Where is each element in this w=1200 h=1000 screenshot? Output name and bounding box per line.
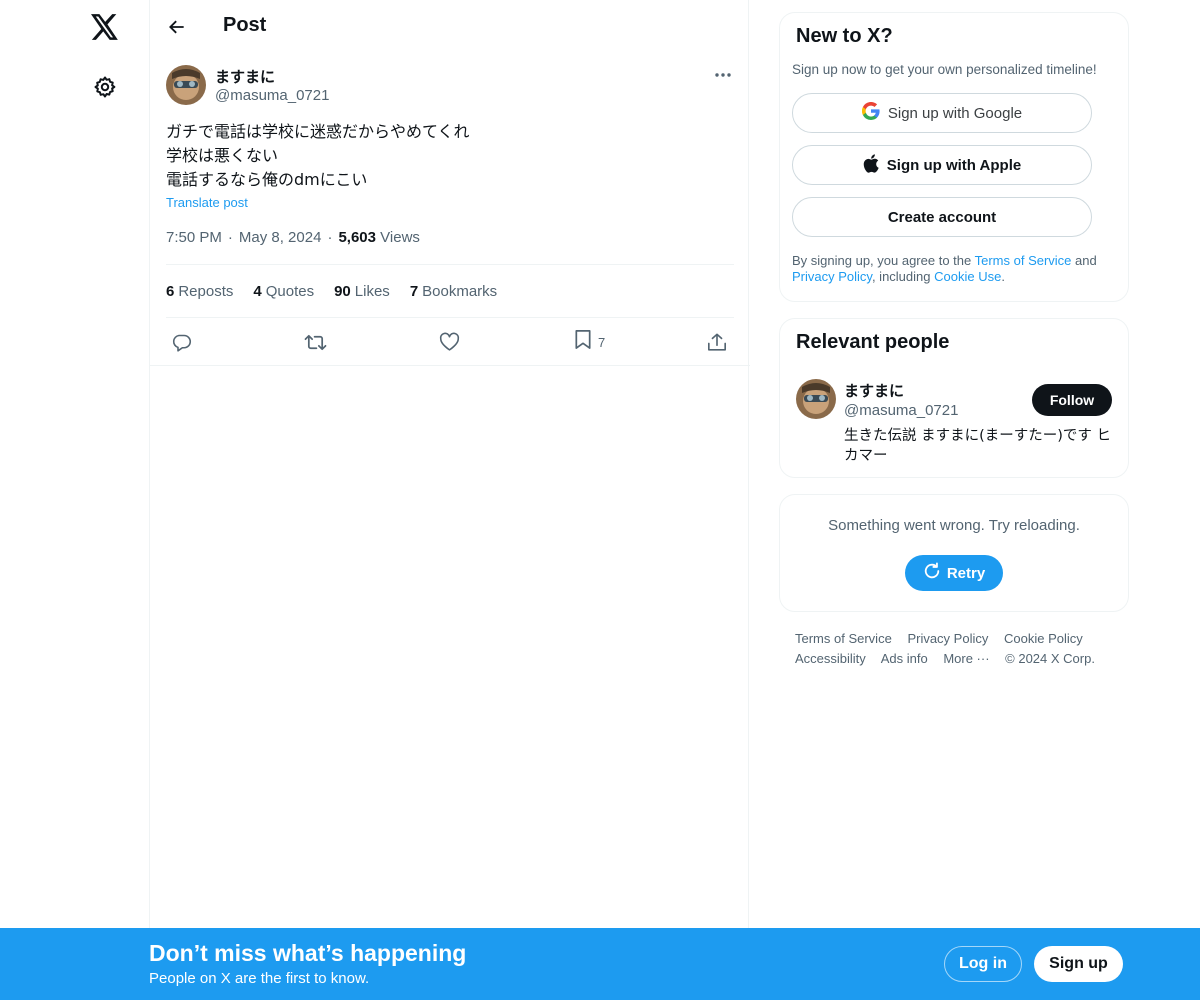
views-count: 5,603: [338, 229, 376, 246]
meta-separator: ·: [227, 229, 233, 246]
create-account-button[interactable]: Create account: [792, 197, 1092, 237]
post-meta: 7:50 PM · May 8, 2024 · 5,603 Views: [166, 229, 420, 246]
avatar[interactable]: [166, 65, 206, 105]
cookie-use-link[interactable]: Cookie Use: [934, 269, 1001, 284]
reposts-label: Reposts: [178, 283, 234, 300]
apple-icon: [863, 153, 879, 177]
author-name[interactable]: ますまに: [215, 66, 275, 87]
signup-button[interactable]: Sign up: [1034, 946, 1123, 982]
post-stats: 6 Reposts 4 Quotes 90 Likes 7 Bookmarks: [166, 283, 497, 300]
divider: [166, 264, 734, 265]
retry-label: Retry: [946, 564, 986, 582]
post-date[interactable]: May 8, 2024: [239, 229, 322, 246]
quotes-stat[interactable]: 4 Quotes: [253, 283, 314, 300]
views-label: Views: [380, 229, 420, 246]
x-logo-icon[interactable]: [86, 8, 124, 46]
avatar[interactable]: [796, 379, 836, 419]
footer-copyright: © 2024 X Corp.: [1005, 651, 1095, 666]
quotes-label: Quotes: [265, 283, 315, 300]
reply-icon[interactable]: [171, 325, 192, 359]
post-text-line: 学校は悪くない: [166, 146, 279, 165]
relevant-person-bio: 生きた伝説 ますまに(まーすたー)です ヒカマー: [844, 428, 1112, 464]
post-time[interactable]: 7:50 PM: [166, 229, 222, 246]
quotes-count: 4: [253, 283, 262, 300]
relevant-people-card: Relevant people ますまに @masuma_0721 Follow…: [779, 318, 1129, 478]
footer-more-link[interactable]: More ···: [943, 651, 989, 666]
meta-separator: ·: [327, 229, 333, 246]
author-handle[interactable]: @masuma_0721: [215, 87, 329, 104]
gear-icon[interactable]: [88, 70, 122, 104]
post-text-line: ガチで電話は学校に迷惑だからやめてくれ: [166, 122, 470, 141]
bookmarks-count: 7: [409, 283, 419, 300]
signup-apple-button[interactable]: Sign up with Apple: [792, 145, 1092, 185]
login-button[interactable]: Log in: [944, 946, 1022, 982]
left-nav: [0, 0, 150, 1000]
signup-google-button[interactable]: Sign up with Google: [792, 93, 1092, 133]
follow-button[interactable]: Follow: [1032, 384, 1112, 416]
signup-subtitle: Sign up now to get your own personalized…: [792, 62, 1097, 77]
signup-legal-text: By signing up, you agree to the Terms of…: [792, 253, 1122, 285]
retry-button[interactable]: Retry: [905, 555, 1003, 591]
page-title: Post: [223, 14, 267, 36]
relevant-people-title: Relevant people: [796, 331, 950, 353]
divider: [166, 317, 734, 318]
post-text-line: 電話するなら俺のdmにこい: [166, 170, 368, 189]
legal-text: By signing up, you agree to the: [792, 253, 975, 268]
post-header: Post: [150, 0, 750, 53]
error-card: Something went wrong. Try reloading. Ret…: [779, 494, 1129, 612]
more-options-icon[interactable]: [710, 64, 736, 86]
privacy-link[interactable]: Privacy Policy: [792, 269, 872, 284]
terms-link[interactable]: Terms of Service: [975, 253, 1072, 268]
footer-links: Terms of Service Privacy Policy Cookie P…: [795, 629, 1125, 669]
footer-ads-link[interactable]: Ads info: [881, 651, 928, 666]
relevant-person-name[interactable]: ますまに: [844, 380, 904, 401]
reposts-stat[interactable]: 6 Reposts: [166, 283, 233, 300]
login-banner: Don’t miss what’s happening People on X …: [0, 928, 1200, 1000]
legal-text: , including: [871, 269, 935, 284]
signup-apple-label: Sign up with Apple: [886, 156, 1022, 174]
footer-terms-link[interactable]: Terms of Service: [795, 631, 892, 646]
arrow-left-icon[interactable]: [160, 10, 194, 44]
bookmarks-stat[interactable]: 7 Bookmarks: [410, 283, 497, 300]
signup-card-title: New to X?: [796, 25, 893, 47]
main-column: Post ますまに @masuma_0721 ガチで電話は学校に迷惑だからやめて…: [149, 0, 750, 928]
google-icon: [861, 101, 880, 124]
bookmark-action[interactable]: 7: [574, 325, 605, 359]
legal-text: and: [1071, 253, 1097, 268]
relevant-person-handle[interactable]: @masuma_0721: [844, 402, 958, 419]
bookmark-icon: [574, 329, 592, 355]
footer-accessibility-link[interactable]: Accessibility: [795, 651, 866, 666]
likes-label: Likes: [354, 283, 390, 300]
bookmark-count: 7: [598, 334, 606, 350]
heart-icon[interactable]: [439, 325, 460, 359]
likes-count: 90: [334, 283, 351, 300]
post-actions: 7: [150, 325, 750, 359]
signup-card: New to X? Sign up now to get your own pe…: [779, 12, 1129, 302]
reposts-count: 6: [166, 283, 175, 300]
legal-text: .: [1001, 269, 1005, 284]
footer-privacy-link[interactable]: Privacy Policy: [907, 631, 988, 646]
translate-post-link[interactable]: Translate post: [166, 195, 248, 210]
footer-cookie-link[interactable]: Cookie Policy: [1004, 631, 1083, 646]
banner-title: Don’t miss what’s happening: [149, 940, 467, 966]
signup-google-label: Sign up with Google: [887, 104, 1023, 122]
repost-icon[interactable]: [304, 325, 327, 359]
error-message: Something went wrong. Try reloading.: [828, 517, 1080, 534]
divider: [150, 365, 750, 366]
bookmarks-label: Bookmarks: [422, 283, 498, 300]
refresh-icon: [923, 562, 941, 584]
share-icon[interactable]: [707, 325, 727, 359]
likes-stat[interactable]: 90 Likes: [334, 283, 390, 300]
post-text: ガチで電話は学校に迷惑だからやめてくれ 学校は悪くない 電話するなら俺のdmにこ…: [166, 120, 470, 192]
banner-subtitle: People on X are the first to know.: [149, 970, 370, 987]
